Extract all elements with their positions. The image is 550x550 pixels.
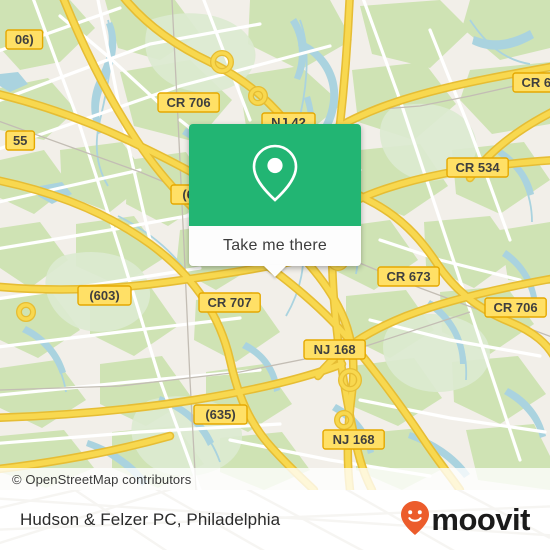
moovit-logo[interactable]: moovit: [400, 500, 530, 541]
svg-text:NJ 168: NJ 168: [314, 342, 356, 357]
road-shield-r55-left: 55: [5, 130, 36, 151]
road-shield-cr534-r: CR 534: [446, 157, 509, 178]
road-shield-r635: (635): [193, 404, 248, 425]
svg-text:CR 673: CR 673: [387, 269, 431, 284]
footer-bar: Hudson & Felzer PC, Philadelphia moovit: [0, 490, 550, 550]
road-shield-r603-lower: (603): [77, 285, 132, 306]
destination-callout-card[interactable]: Take me there: [189, 124, 361, 277]
location-pin-icon: [248, 142, 302, 209]
svg-text:(635): (635): [205, 407, 235, 422]
road-shield-cr673-tr: CR 673: [512, 72, 550, 93]
road-shield-cr673-mid: CR 673: [377, 266, 440, 287]
moovit-smiley-pin-icon: [400, 500, 430, 541]
callout-pin-panel: [189, 124, 361, 226]
moovit-map-screenshot: NJ 42CR 70606)55CR 673CR 534(603)(603)CR…: [0, 0, 550, 550]
page-title: Hudson & Felzer PC, Philadelphia: [20, 510, 281, 529]
svg-text:55: 55: [13, 133, 27, 148]
svg-text:CR 707: CR 707: [208, 295, 252, 310]
road-shield-cr706-tl: CR 706: [157, 92, 220, 113]
osm-attribution-bar: © OpenStreetMap contributors: [0, 468, 550, 490]
take-me-there-button[interactable]: Take me there: [223, 237, 327, 255]
callout-pointer-tail: [263, 265, 287, 277]
road-shield-nj168-lower: NJ 168: [322, 429, 385, 450]
osm-attribution-text: © OpenStreetMap contributors: [12, 471, 192, 487]
road-shield-cr707: CR 707: [198, 292, 261, 313]
svg-text:CR 706: CR 706: [494, 300, 538, 315]
svg-text:06): 06): [15, 32, 34, 47]
svg-text:CR 706: CR 706: [167, 95, 211, 110]
moovit-wordmark: moovit: [431, 502, 530, 537]
svg-text:CR 673: CR 673: [522, 75, 550, 90]
road-shield-r706-left: 06): [5, 29, 44, 50]
svg-text:(603): (603): [89, 288, 119, 303]
callout-action-panel[interactable]: Take me there: [189, 226, 361, 277]
svg-text:CR 534: CR 534: [456, 160, 501, 175]
svg-text:NJ 168: NJ 168: [333, 432, 375, 447]
road-shield-cr706-r: CR 706: [484, 297, 547, 318]
road-shield-nj168-upper: NJ 168: [303, 339, 366, 360]
